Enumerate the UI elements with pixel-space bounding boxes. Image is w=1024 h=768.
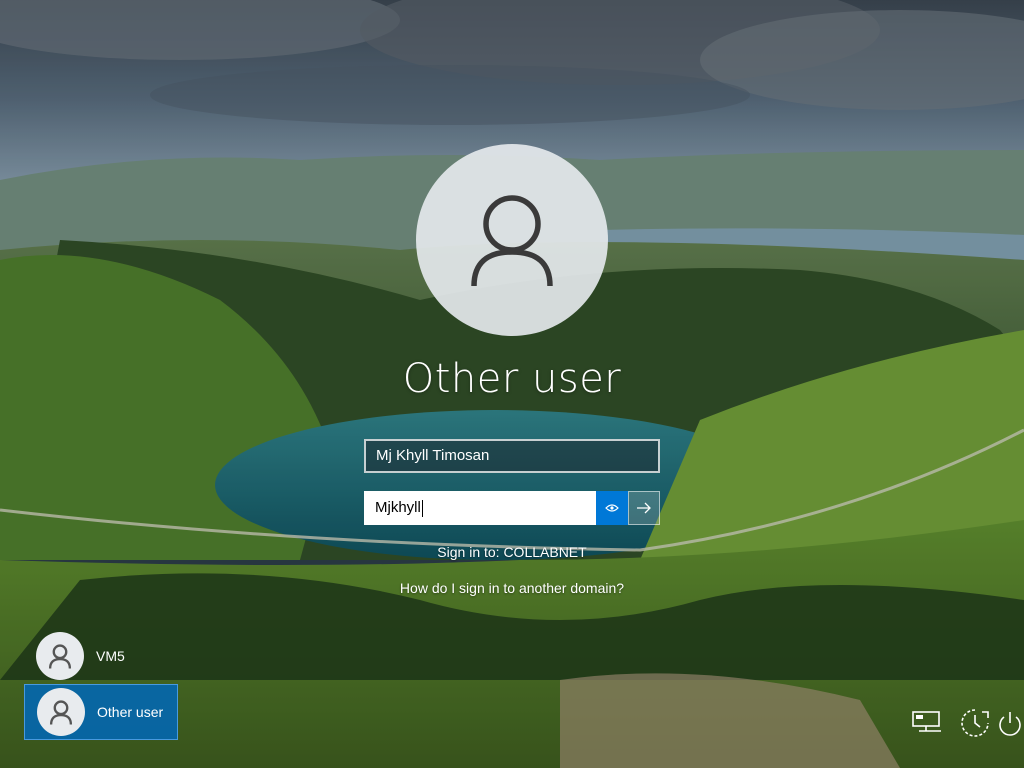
- display-name: Other user: [402, 356, 622, 402]
- eye-icon: [605, 504, 619, 512]
- avatar: [37, 688, 85, 736]
- submit-button[interactable]: [628, 491, 660, 525]
- arrow-right-icon: [637, 502, 651, 514]
- user-silhouette-icon: [48, 644, 72, 669]
- user-avatar-large: [416, 144, 608, 336]
- user-tile-label: Other user: [97, 704, 164, 720]
- network-icon: [912, 711, 941, 732]
- power-button[interactable]: [996, 706, 1024, 740]
- network-button[interactable]: [910, 706, 944, 740]
- power-icon: [999, 712, 1021, 736]
- avatar: [36, 632, 84, 680]
- user-silhouette-icon: [49, 700, 73, 725]
- text-caret: [421, 499, 423, 517]
- password-field[interactable]: Mjkhyll: [364, 491, 596, 525]
- sign-in-domain-label: Sign in to: COLLABNET: [437, 544, 587, 560]
- user-tile-vm5[interactable]: VM5: [24, 628, 178, 684]
- username-field[interactable]: Mj Khyll Timosan: [364, 439, 660, 473]
- user-silhouette-icon: [471, 195, 553, 287]
- reveal-password-button[interactable]: [596, 491, 628, 525]
- password-row: Mjkhyll: [364, 491, 660, 525]
- user-list: VM5 Other user: [24, 628, 178, 740]
- user-tile-label: VM5: [96, 648, 125, 664]
- other-domain-link[interactable]: How do I sign in to another domain?: [312, 580, 712, 596]
- ease-of-access-icon: [961, 709, 989, 737]
- user-tile-other-user[interactable]: Other user: [24, 684, 178, 740]
- password-value: Mjkhyll: [375, 499, 421, 516]
- lock-screen: Other user Mj Khyll Timosan Mjkhyll Sign…: [0, 0, 1024, 768]
- ease-of-access-button[interactable]: [958, 706, 992, 740]
